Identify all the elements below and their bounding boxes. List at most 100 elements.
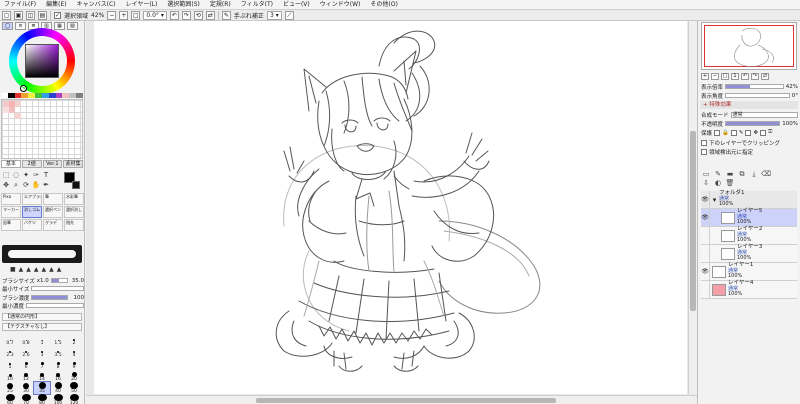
brush-blur[interactable]: 指先 xyxy=(64,219,84,231)
brush-size-preset[interactable]: 1 xyxy=(34,334,50,346)
color-marker[interactable] xyxy=(20,85,27,92)
special-effects-section[interactable]: + 特殊効果 xyxy=(700,101,798,109)
triangle-shape-icon[interactable]: ▲ xyxy=(19,266,24,273)
brush-size-preset[interactable]: 3.5 xyxy=(50,346,66,358)
swatch-color[interactable] xyxy=(21,93,29,98)
scratch-mode-icon[interactable]: ▧ xyxy=(67,22,78,30)
texture-1-select[interactable]: 【通常の円形】 xyxy=(2,313,82,321)
brush-brush[interactable]: 筆 xyxy=(43,193,63,205)
density-slider[interactable] xyxy=(31,295,68,300)
layer-mask-icon[interactable]: ◐ xyxy=(713,179,723,188)
rotate-icon[interactable]: ⟳ xyxy=(21,180,31,190)
brush-size-preset[interactable]: 9 xyxy=(66,358,82,370)
brush-marker[interactable]: マーカー xyxy=(1,206,21,218)
min-density-slider[interactable] xyxy=(26,303,84,308)
deselect-icon[interactable]: ▣ xyxy=(14,10,23,20)
swatch-color[interactable] xyxy=(28,93,36,98)
flip-horizontal-icon[interactable]: ⇄ xyxy=(205,10,215,20)
horizontal-scrollbar[interactable] xyxy=(86,395,697,404)
text-icon[interactable]: T xyxy=(41,170,51,180)
zoom-in-icon[interactable]: + xyxy=(119,10,129,20)
magic-wand-icon[interactable]: ✦ xyxy=(21,170,31,180)
stabilizer-select[interactable]: 3 ▾ xyxy=(266,10,282,20)
menu-filter[interactable]: フィルタ(T) xyxy=(237,0,279,10)
layer-row-layer2[interactable]: レイヤー2 通常 100% xyxy=(701,226,797,245)
texture-2-select[interactable]: 【テクスチャなし】 xyxy=(2,323,82,331)
triangle-shape-icon[interactable]: ▲ xyxy=(57,266,62,273)
swatch-color[interactable] xyxy=(14,93,22,98)
menu-others[interactable]: その他(O) xyxy=(366,0,403,10)
pen-icon[interactable]: ✒ xyxy=(41,180,51,190)
clear-layer-icon[interactable]: ⌫ xyxy=(761,170,771,179)
brush-pencil[interactable]: 鉛筆 xyxy=(1,219,21,231)
show-selection-icon[interactable]: ▤ xyxy=(38,10,47,20)
brush-size-preset[interactable]: 4 xyxy=(66,346,82,358)
new-folder-icon[interactable]: ▬ xyxy=(725,170,735,179)
brush-select-eraser[interactable]: 選択消し xyxy=(64,206,84,218)
invert-selection-icon[interactable]: ◫ xyxy=(26,10,35,20)
brush-airbrush[interactable]: エアブラシ xyxy=(22,193,42,205)
move-icon[interactable]: ✥ xyxy=(1,180,11,190)
brush-size-preset[interactable]: 30 xyxy=(18,382,34,394)
swatch-color[interactable] xyxy=(55,93,63,98)
eye-icon[interactable] xyxy=(701,280,710,299)
brush-size-preset[interactable]: 2.6 xyxy=(18,346,34,358)
rect-select-icon[interactable]: ⬚ xyxy=(1,170,11,180)
swatch-color[interactable] xyxy=(62,93,70,98)
triangle-shape-icon[interactable]: ▲ xyxy=(26,266,31,273)
min-size-slider[interactable] xyxy=(31,286,84,291)
saturation-value-box[interactable] xyxy=(25,44,59,78)
swatch-color[interactable] xyxy=(48,93,56,98)
brush-size-preset[interactable]: 1.5 xyxy=(50,334,66,346)
slash-icon[interactable]: ⟋ xyxy=(284,10,294,20)
zoom-reset-icon[interactable]: □ xyxy=(131,10,141,20)
color-wheel-mode-icon[interactable]: ◯ xyxy=(2,22,13,30)
trash-icon[interactable]: 🗑 xyxy=(725,179,735,188)
menu-window[interactable]: ウィンドウ(W) xyxy=(316,0,367,10)
brush-size-preset[interactable]: 120 xyxy=(66,394,82,404)
lock-paint-checkbox[interactable] xyxy=(730,129,737,136)
zoom-fit-icon[interactable]: □ xyxy=(721,73,729,80)
eye-icon[interactable] xyxy=(701,244,710,263)
swatch-cell[interactable] xyxy=(15,101,21,107)
brush-size-preset[interactable]: 25 xyxy=(2,382,18,394)
clipping-checkbox[interactable] xyxy=(701,139,707,146)
rotate-left-icon[interactable]: ↶ xyxy=(169,10,179,20)
swatch-color[interactable] xyxy=(76,93,83,98)
brush-watercolor[interactable]: 水彩筆 xyxy=(64,193,84,205)
brush-size-preset[interactable]: 40 xyxy=(50,382,66,394)
brush-size-preset[interactable]: 5 xyxy=(2,358,18,370)
brush-size-preset[interactable]: 8 xyxy=(50,358,66,370)
lasso-icon[interactable]: ◌ xyxy=(11,170,21,180)
brush-size-preset[interactable]: 0.8 xyxy=(18,334,34,346)
lock-transparency-checkbox[interactable] xyxy=(714,129,721,136)
triangle-shape-icon[interactable]: ▲ xyxy=(34,266,39,273)
new-layer-icon[interactable]: ▭ xyxy=(701,170,711,179)
zoom-icon[interactable]: ⌕ xyxy=(11,180,21,190)
swatch-color[interactable] xyxy=(41,93,49,98)
background-color[interactable] xyxy=(72,181,80,189)
brush-select-pen[interactable]: 選択ペン xyxy=(43,206,63,218)
layer-row-layer1[interactable]: 👁 レイヤー1 通常 100% xyxy=(701,262,797,281)
menu-view[interactable]: ビュー(V) xyxy=(279,0,316,10)
layer-row-layer3[interactable]: レイヤー3 通常 100% xyxy=(701,244,797,263)
canvas[interactable] xyxy=(94,21,687,394)
zoom-in-icon[interactable]: + xyxy=(701,73,709,80)
swatch-color[interactable] xyxy=(1,93,8,98)
swatch-grid[interactable] xyxy=(1,99,83,159)
merge-visible-icon[interactable]: ⇩ xyxy=(701,179,711,188)
brush-pixa[interactable]: Pixa xyxy=(1,193,21,205)
menu-canvas[interactable]: キャンバス(C) xyxy=(73,0,122,10)
brush-size-preset[interactable]: 12 xyxy=(18,370,34,382)
brush-size-preset[interactable]: 2.3 xyxy=(2,346,18,358)
brush-size-preset[interactable]: 70 xyxy=(18,394,34,404)
menu-edit[interactable]: 編集(E) xyxy=(42,0,72,10)
zoom-out-icon[interactable]: − xyxy=(711,73,719,80)
folder-toggle-icon[interactable]: ▾ xyxy=(710,191,719,209)
rotate-reset-icon[interactable]: ⟲ xyxy=(193,10,203,20)
swatch-color[interactable] xyxy=(35,93,42,98)
vertical-scroll-thumb[interactable] xyxy=(690,131,696,311)
display-zoom-slider[interactable] xyxy=(725,84,784,89)
tool-tab-binary[interactable]: 2値 xyxy=(21,160,42,168)
swatch-mode-icon[interactable]: ▦ xyxy=(54,22,65,30)
